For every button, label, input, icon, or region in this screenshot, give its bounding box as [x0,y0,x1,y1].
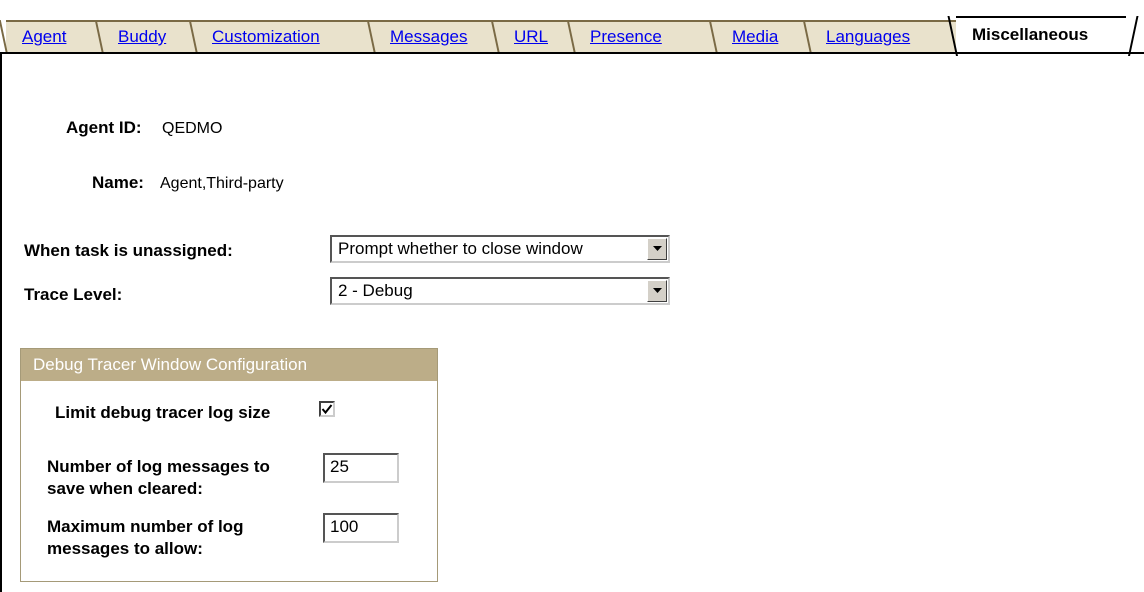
agent-id-value: QEDMO [162,120,223,137]
trace-level-select[interactable]: 2 - Debug [330,277,670,305]
trace-level-label: Trace Level: [24,285,123,304]
trace-level-select-value: 2 - Debug [338,281,413,300]
unassigned-select-value: Prompt whether to close window [338,239,583,258]
tab-languages[interactable]: Languages [810,20,956,52]
save-count-label-line2: save when cleared: [47,479,203,498]
tab-miscellaneous[interactable]: Miscellaneous [956,16,1126,54]
limit-log-size-checkbox[interactable] [319,401,335,417]
debug-tracer-group-title: Debug Tracer Window Configuration [21,349,437,381]
trace-level-select-arrow[interactable] [647,280,667,302]
max-messages-input[interactable]: 100 [323,513,399,543]
tab-media[interactable]: Media [716,20,810,52]
tab-customization[interactable]: Customization [196,20,374,52]
content-border [0,54,2,592]
checkmark-icon [321,404,333,415]
debug-tracer-group: Debug Tracer Window Configuration Limit … [20,348,438,582]
tab-presence[interactable]: Presence [574,20,716,52]
save-count-input[interactable]: 25 [323,453,399,483]
chevron-down-icon [653,288,662,293]
agent-name-label: Name: [92,173,144,192]
max-messages-label-line2: messages to allow: [47,539,203,558]
agent-name-value: Agent,Third-party [160,175,284,192]
unassigned-select[interactable]: Prompt whether to close window [330,235,670,263]
tab-messages[interactable]: Messages [374,20,498,52]
agent-id-label: Agent ID: [66,118,142,137]
limit-log-size-label: Limit debug tracer log size [55,403,271,422]
save-count-label-line1: Number of log messages to [47,457,270,476]
unassigned-label: When task is unassigned: [24,241,233,260]
tab-bar-divider [0,52,1144,54]
chevron-down-icon [653,246,662,251]
tab-url[interactable]: URL [498,20,574,52]
unassigned-select-arrow[interactable] [647,238,667,260]
max-messages-label-line1: Maximum number of log [47,517,244,536]
tab-bar: Agent Buddy Customization Messages URL P… [0,0,1144,55]
tab-buddy[interactable]: Buddy [102,20,196,52]
tab-agent[interactable]: Agent [6,20,102,52]
